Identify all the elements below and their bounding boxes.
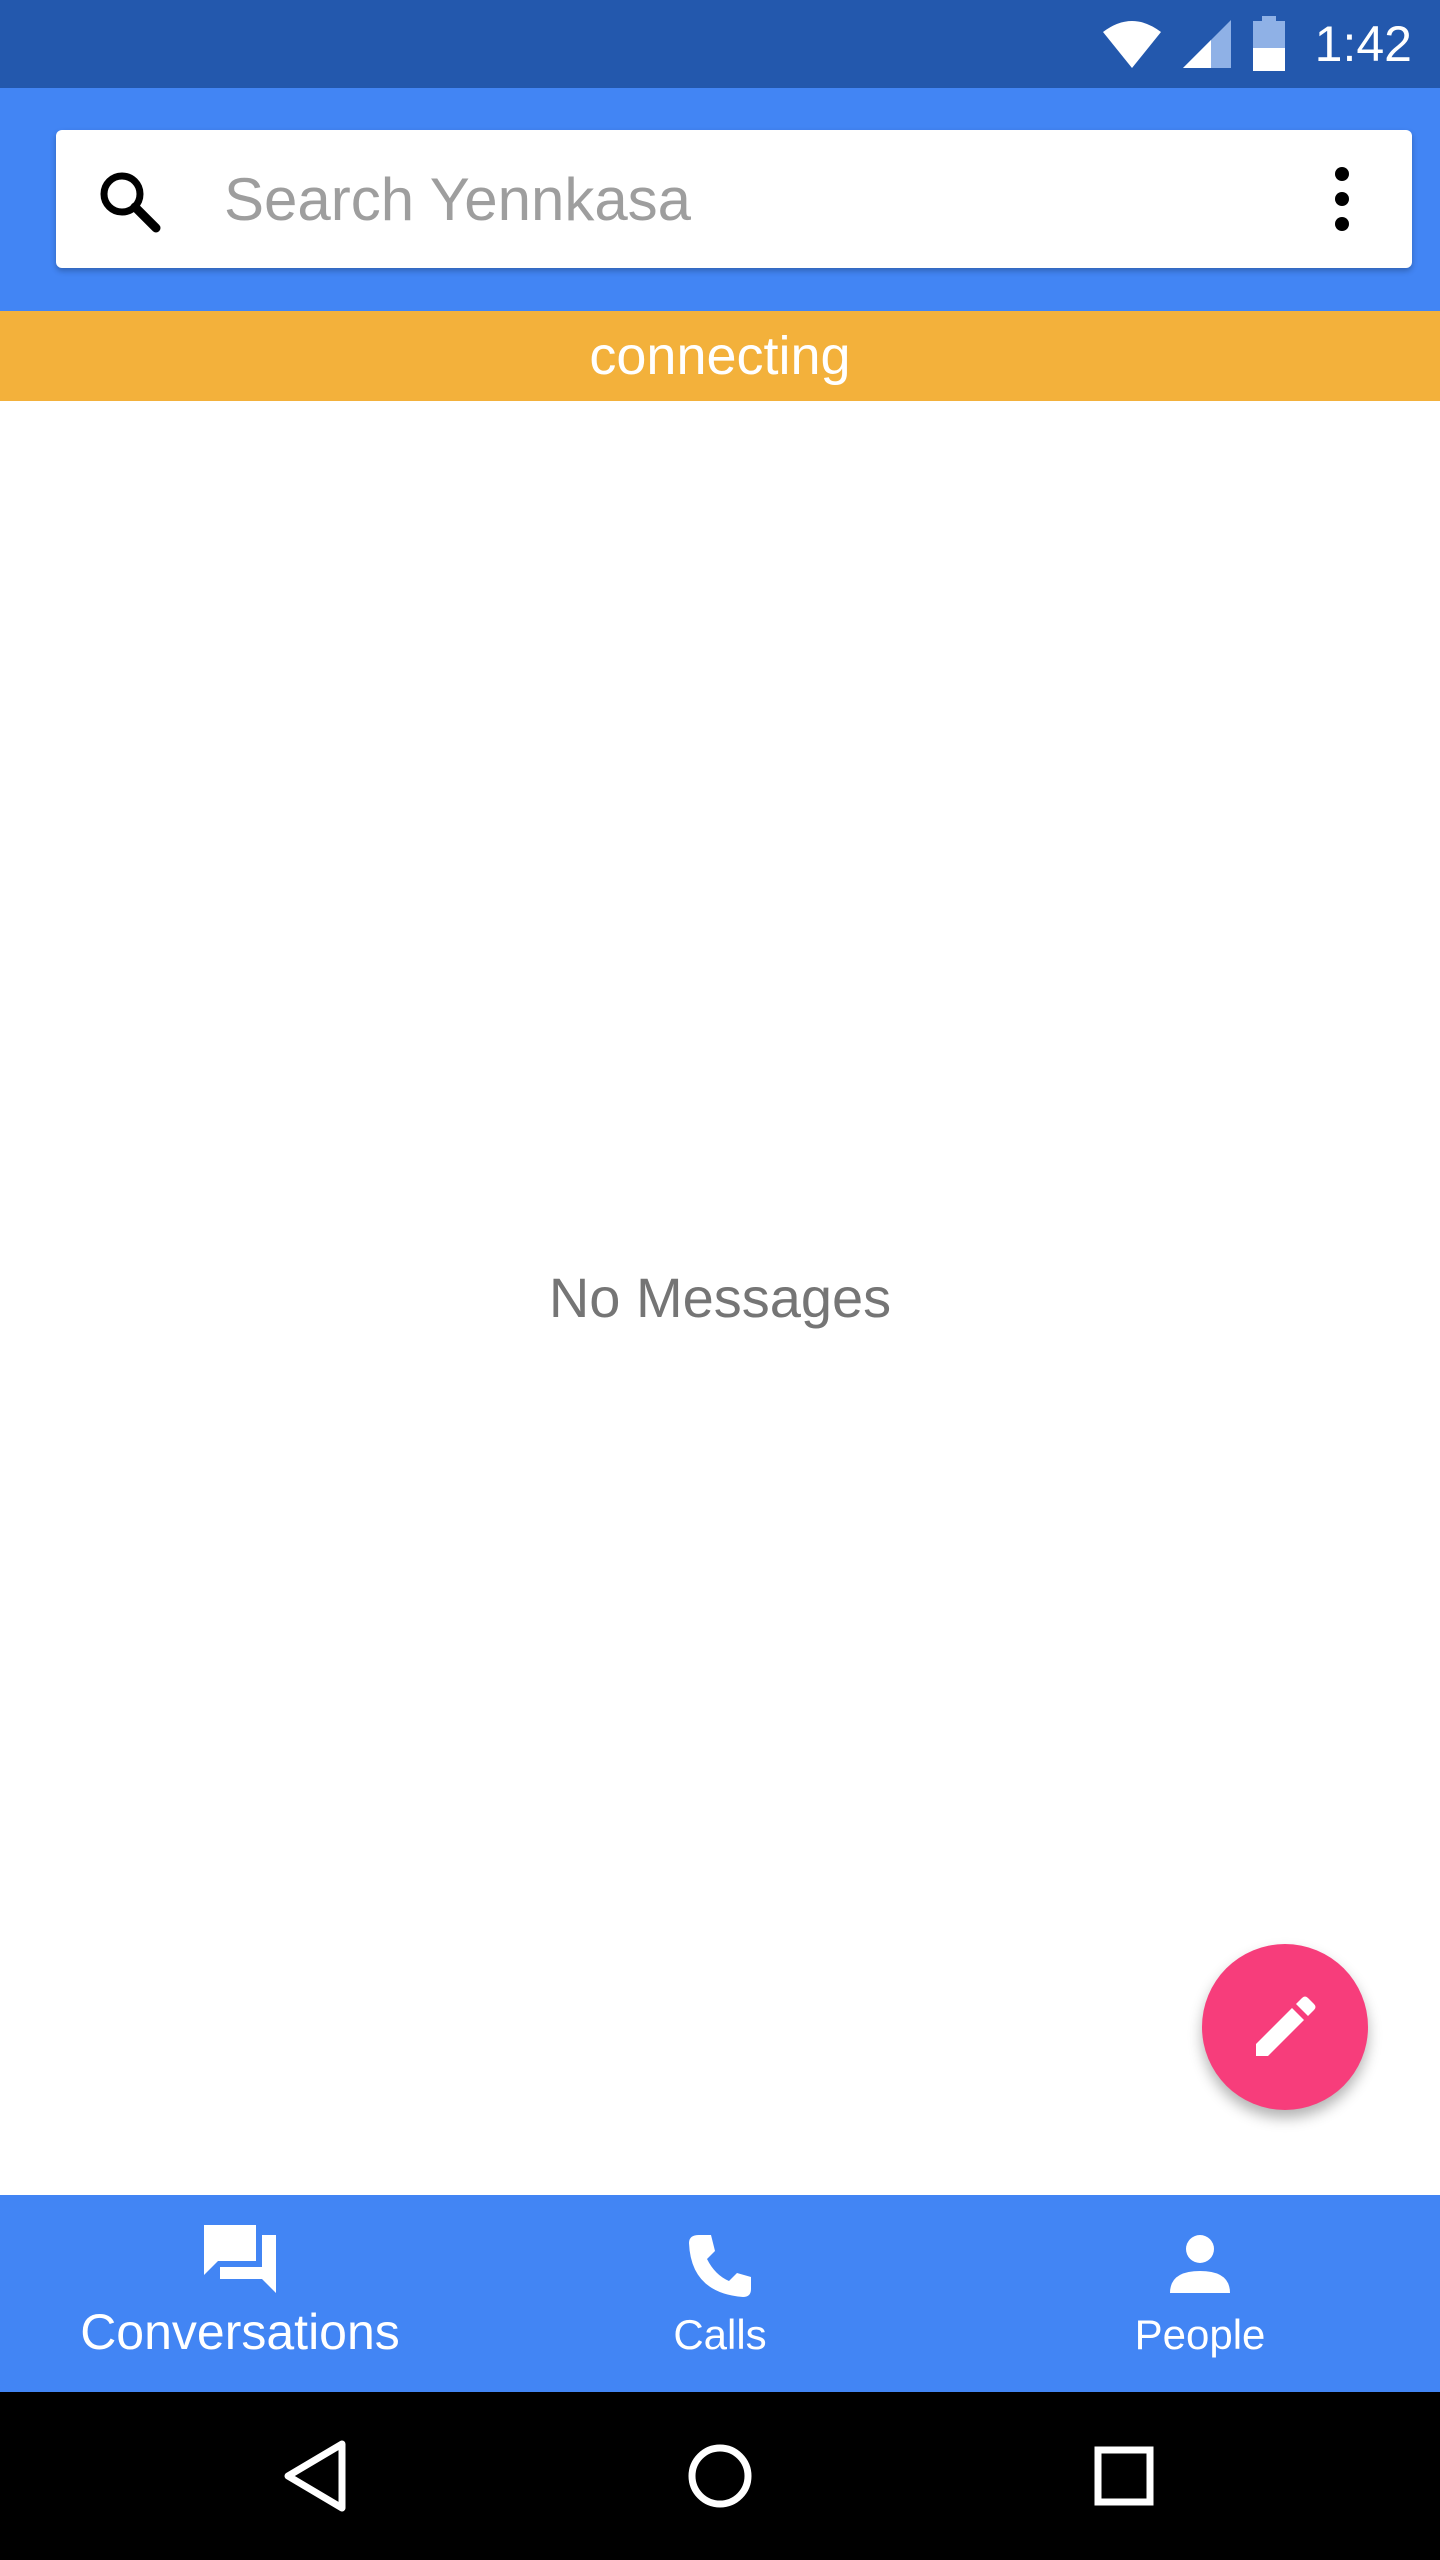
wifi-icon	[1102, 21, 1161, 68]
empty-state-text: No Messages	[548, 1266, 892, 1329]
pencil-icon	[1256, 1996, 1316, 2056]
conversations-screen: 1:42 connecting No Messages	[0, 0, 1440, 2560]
more-options-icon[interactable]	[1312, 164, 1372, 234]
search-box[interactable]	[56, 130, 1412, 268]
search-icon[interactable]	[94, 166, 164, 236]
back-icon[interactable]	[266, 2426, 366, 2526]
app-bar	[0, 88, 1440, 311]
recents-icon[interactable]	[1074, 2426, 1174, 2526]
conversation-list: No Messages	[0, 401, 1440, 2195]
nav-label-conversations: Conversations	[80, 2304, 400, 2360]
nav-calls[interactable]: Calls	[480, 2195, 960, 2392]
person-icon	[1170, 2235, 1230, 2293]
nav-label-calls: Calls	[673, 2311, 767, 2358]
nav-label-people: People	[1134, 2311, 1266, 2358]
nav-conversations[interactable]: Conversations	[0, 2195, 480, 2392]
search-input[interactable]	[224, 130, 1274, 268]
status-time: 1:42	[1314, 16, 1412, 72]
nav-people[interactable]: People	[960, 2195, 1440, 2392]
battery-icon	[1252, 16, 1285, 71]
cell-signal-icon	[1182, 20, 1231, 68]
status-icons: 1:42	[1101, 0, 1412, 88]
phone-icon	[689, 2235, 751, 2297]
system-nav-bar	[0, 2392, 1440, 2560]
connection-status-bar: connecting	[0, 311, 1440, 401]
chat-icon	[204, 2225, 276, 2293]
compose-button[interactable]	[1202, 1944, 1368, 2110]
home-icon[interactable]	[670, 2426, 770, 2526]
bottom-nav: Conversations Calls People	[0, 2195, 1440, 2392]
status-bar: 1:42	[0, 0, 1440, 88]
